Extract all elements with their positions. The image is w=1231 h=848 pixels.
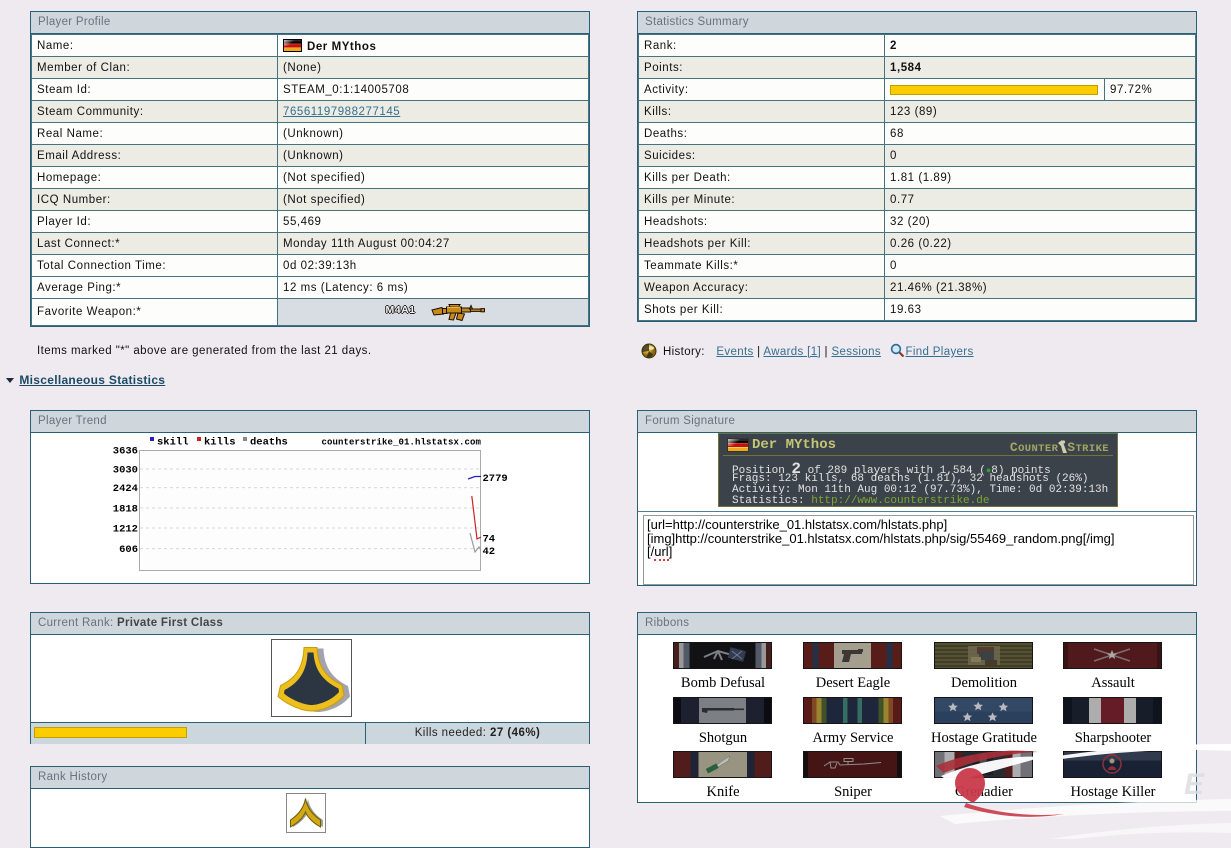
svg-text:1212: 1212 [113,524,138,536]
svg-text:74: 74 [483,534,496,546]
svg-text:counterstrike_01.hlstatsx.com: counterstrike_01.hlstatsx.com [321,438,481,448]
svg-text:606: 606 [119,544,138,556]
svg-text:1818: 1818 [113,504,138,516]
svg-text:2779: 2779 [483,473,508,485]
svg-text:kills: kills [204,437,236,449]
svg-text:42: 42 [483,546,496,558]
svg-text:3030: 3030 [113,465,138,477]
svg-text:2424: 2424 [113,483,138,495]
svg-text:skill: skill [157,437,189,449]
svg-text:3636: 3636 [113,446,138,458]
svg-text:deaths: deaths [250,437,288,449]
